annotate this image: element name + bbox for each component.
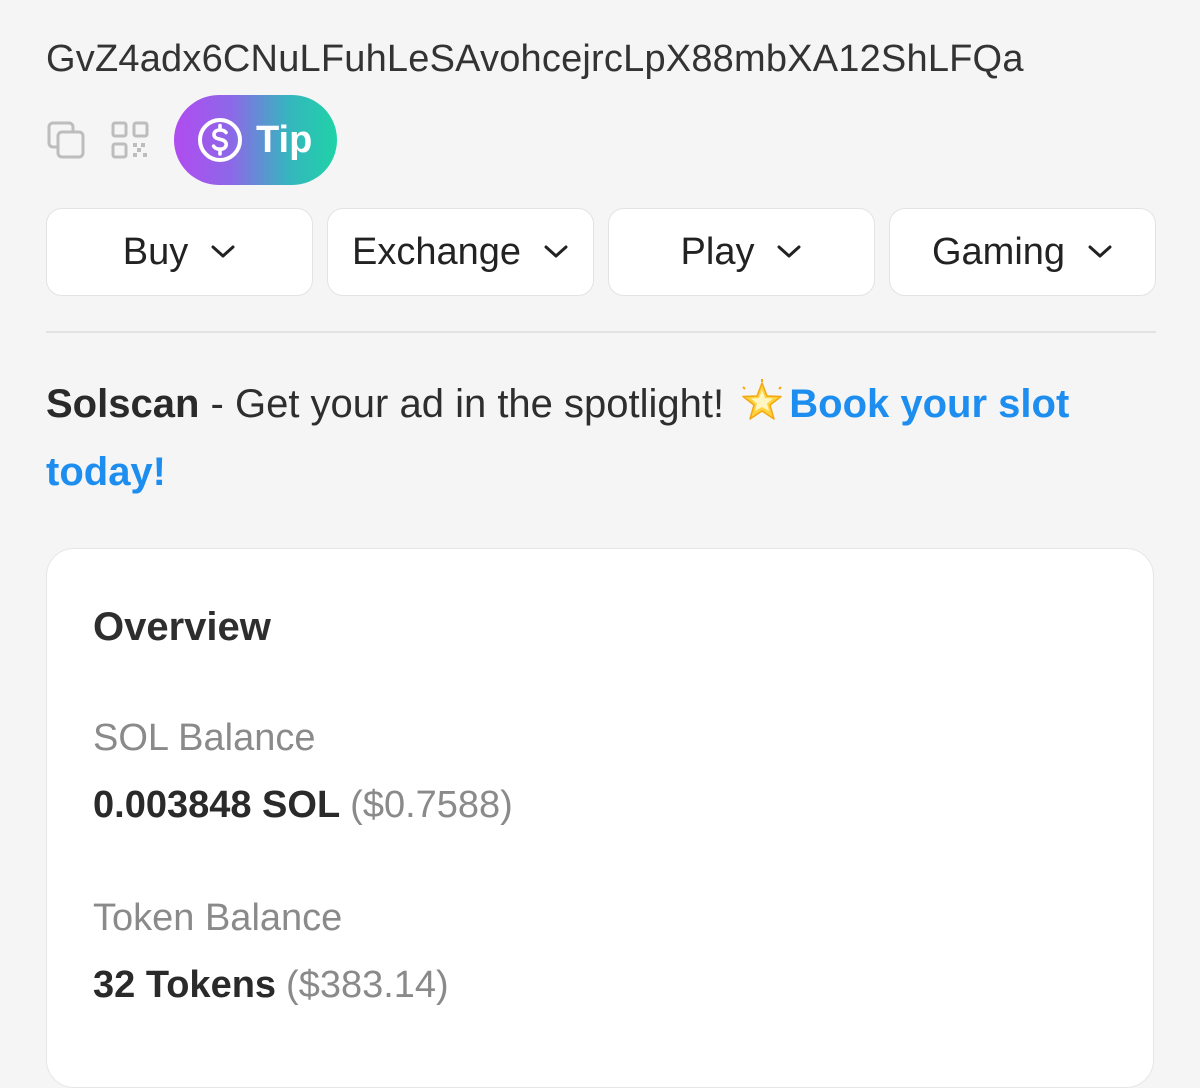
- glowing-star-icon: [742, 379, 782, 420]
- sol-balance-label: SOL Balance: [93, 717, 316, 759]
- copy-address-button[interactable]: [44, 118, 88, 162]
- tip-label: Tip: [256, 118, 313, 161]
- section-divider: [46, 331, 1156, 333]
- sol-balance-value: 0.003848 SOL ($0.7588): [93, 784, 513, 827]
- nav-buy-label: Buy: [122, 230, 189, 273]
- token-balance-amount: 32 Tokens: [93, 964, 277, 1006]
- ad-banner: Solscan - Get your ad in the spotlight! …: [46, 370, 1136, 506]
- nav-exchange-dropdown[interactable]: Exchange: [327, 208, 594, 296]
- nav-play-dropdown[interactable]: Play: [608, 208, 875, 296]
- nav-gaming-label: Gaming: [931, 230, 1066, 273]
- chevron-down-icon: [1087, 244, 1113, 260]
- ad-message: - Get your ad in the spotlight!: [199, 382, 736, 426]
- qr-code-icon: [111, 121, 149, 159]
- token-balance-label: Token Balance: [93, 897, 343, 939]
- tip-button[interactable]: Tip: [174, 95, 337, 185]
- sol-balance-amount: 0.003848 SOL: [93, 784, 341, 826]
- dollar-coin-icon: [198, 118, 242, 162]
- token-balance-usd: ($383.14): [286, 964, 449, 1006]
- overview-card: Overview SOL Balance 0.003848 SOL ($0.758…: [46, 548, 1154, 1088]
- chevron-down-icon: [543, 244, 569, 260]
- qr-code-button[interactable]: [108, 118, 152, 162]
- account-address: GvZ4adx6CNuLFuhLeSAvohcejrcLpX88mbXA12Sh…: [46, 38, 1024, 80]
- nav-gaming-dropdown[interactable]: Gaming: [889, 208, 1156, 296]
- nav-menu: Buy Exchange Play Gaming: [46, 208, 1156, 298]
- overview-title: Overview: [93, 605, 271, 649]
- chevron-down-icon: [210, 244, 236, 260]
- nav-buy-dropdown[interactable]: Buy: [46, 208, 313, 296]
- copy-icon: [47, 121, 85, 159]
- chevron-down-icon: [776, 244, 802, 260]
- nav-exchange-label: Exchange: [351, 230, 521, 273]
- sol-balance-usd: ($0.7588): [350, 784, 513, 826]
- token-balance-value: 32 Tokens ($383.14): [93, 964, 449, 1007]
- ad-brand: Solscan: [46, 382, 200, 426]
- nav-play-label: Play: [680, 230, 755, 273]
